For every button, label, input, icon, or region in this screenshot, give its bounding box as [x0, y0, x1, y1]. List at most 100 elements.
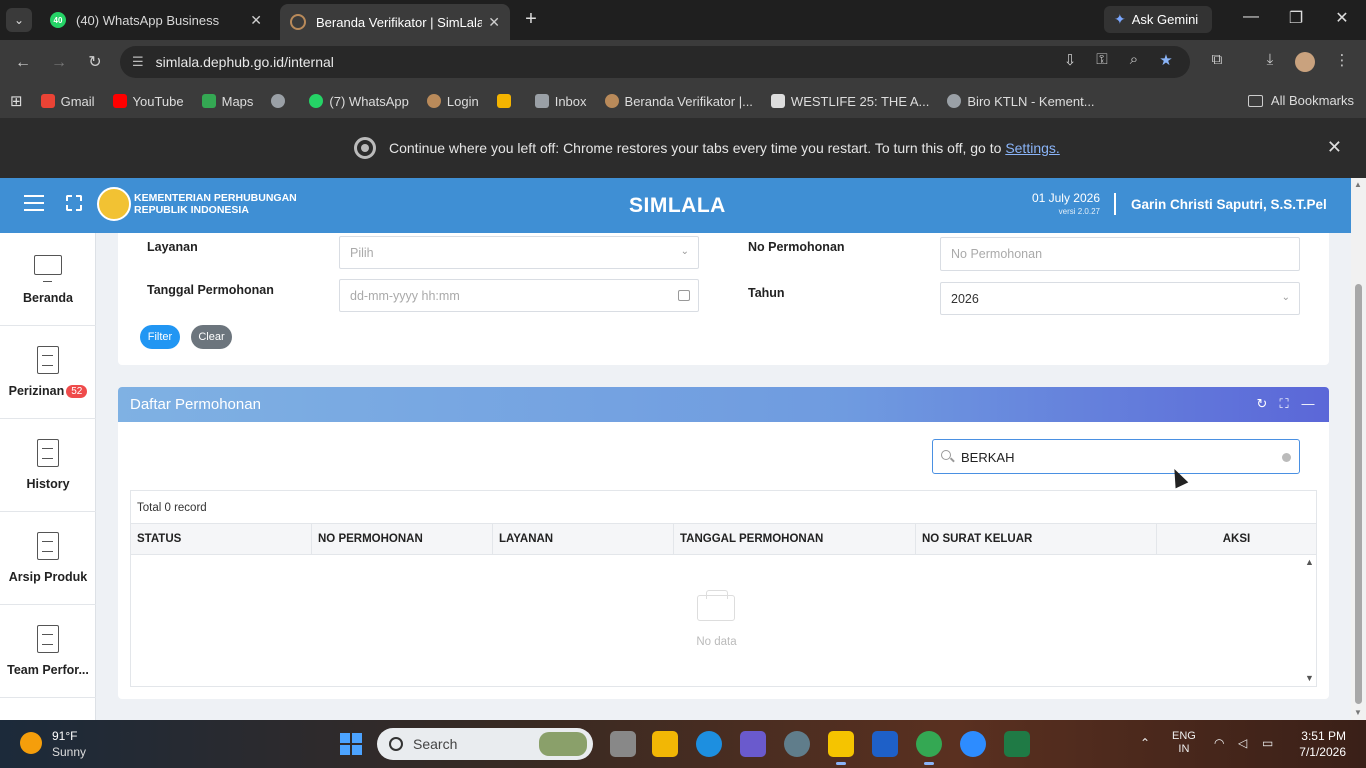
restore-window-icon[interactable]: ❐ [1281, 8, 1311, 28]
excel-icon[interactable] [1004, 731, 1030, 757]
weather-condition[interactable]: Sunny [52, 745, 86, 759]
settings-link[interactable]: Settings. [1005, 140, 1059, 156]
password-key-icon[interactable]: ⚿ [1091, 51, 1113, 68]
expand-icon[interactable]: ⛶ [1276, 396, 1292, 412]
tanggal-permohonan-input[interactable]: dd-mm-yyyy hh:mm [339, 279, 699, 312]
bookmark-globe[interactable] [271, 94, 291, 108]
scroll-down-icon[interactable]: ▼ [1354, 708, 1362, 717]
weather-temperature[interactable]: 91°F [52, 729, 77, 743]
layanan-select[interactable]: Pilih ⌄ [339, 236, 699, 269]
bookmark-beranda-verifikator[interactable]: Beranda Verifikator |... [604, 94, 753, 109]
bookmark-login[interactable]: Login [426, 94, 479, 109]
site-info-icon[interactable]: ☰ [132, 54, 144, 70]
close-tab-icon[interactable]: ✕ [250, 12, 262, 29]
zoom-icon[interactable]: ⌕ [1123, 51, 1145, 68]
app-header: KEMENTERIAN PERHUBUNGAN REPUBLIK INDONES… [0, 178, 1351, 233]
file-explorer-icon[interactable] [652, 731, 678, 757]
minimize-icon[interactable]: — [1236, 8, 1266, 26]
volume-icon[interactable]: ◁ [1238, 736, 1247, 750]
close-window-icon[interactable]: ✕ [1327, 8, 1357, 28]
bookmark-inbox[interactable]: Inbox [534, 94, 587, 109]
clear-search-icon[interactable] [1282, 453, 1291, 462]
sun-icon[interactable] [20, 732, 42, 754]
ask-gemini-button[interactable]: ✦ Ask Gemini [1104, 6, 1212, 33]
back-arrow-icon[interactable]: ← [12, 52, 34, 74]
new-tab-plus-icon[interactable]: + [520, 8, 542, 30]
all-bookmarks-button[interactable]: All Bookmarks [1247, 93, 1354, 108]
scroll-up-icon[interactable]: ▲ [1305, 557, 1314, 567]
zoom-app-icon[interactable] [960, 731, 986, 757]
battery-icon[interactable]: ▭ [1262, 736, 1273, 750]
sidebar-item-team-performance[interactable]: Team Perfor... [0, 605, 96, 698]
column-header-aksi[interactable]: AKSI [1157, 524, 1316, 555]
tahun-select[interactable]: 2026 ⌄ [940, 282, 1300, 315]
extensions-icon[interactable]: ⧉ [1206, 51, 1228, 68]
ministry-name: KEMENTERIAN PERHUBUNGAN REPUBLIK INDONES… [134, 192, 297, 216]
language-indicator[interactable]: ENG IN [1172, 730, 1196, 756]
show-hidden-icons-chevron-icon[interactable]: ⌃ [1140, 736, 1150, 750]
column-header-no-surat-keluar[interactable]: NO SURAT KELUAR [916, 524, 1157, 555]
sidebar-item-perizinan[interactable]: Perizinan 52 [0, 326, 96, 419]
record-count: Total 0 record [137, 502, 207, 514]
infobar-message: Continue where you left off: Chrome rest… [389, 140, 1060, 156]
tab-simlala[interactable]: Beranda Verifikator | SimLala ✕ [280, 4, 510, 40]
sidebar-item-beranda[interactable]: Beranda [0, 233, 96, 326]
refresh-icon[interactable]: ↻ [1254, 396, 1270, 412]
camera-icon[interactable] [784, 731, 810, 757]
login-favicon-icon [426, 94, 441, 108]
fullscreen-icon[interactable] [66, 195, 82, 211]
close-tab-icon[interactable]: ✕ [488, 14, 500, 31]
install-app-icon[interactable]: ⇩ [1059, 51, 1081, 69]
taskbar-search[interactable]: Search [377, 728, 593, 760]
bookmark-star-icon[interactable]: ★ [1155, 51, 1177, 69]
no-permohonan-input[interactable]: No Permohonan [940, 237, 1300, 271]
filter-panel: Layanan Pilih ⌄ Tanggal Permohonan dd-mm… [118, 233, 1329, 365]
wifi-icon[interactable]: ◠ [1214, 736, 1224, 750]
sidebar-item-arsip-produk[interactable]: Arsip Produk [0, 512, 96, 605]
app-icon[interactable] [740, 731, 766, 757]
list-search[interactable] [932, 439, 1300, 474]
column-header-status[interactable]: STATUS [131, 524, 312, 555]
empty-state-text: No data [696, 636, 737, 648]
tab-search-chevron-icon[interactable]: ⌄ [6, 8, 32, 32]
sidebar-item-history[interactable]: History [0, 419, 96, 512]
bookmark-maps[interactable]: Maps [201, 94, 253, 109]
reload-icon[interactable]: ↻ [84, 52, 106, 74]
scrollbar-thumb[interactable] [1355, 284, 1362, 704]
remote-desktop-icon[interactable] [872, 731, 898, 757]
column-header-tanggal-permohonan[interactable]: TANGGAL PERMOHONAN [674, 524, 916, 555]
bookmark-biro-ktln[interactable]: Biro KTLN - Kement... [947, 94, 1095, 109]
scroll-up-icon[interactable]: ▲ [1354, 180, 1362, 189]
bookmark-pinwheel[interactable] [496, 94, 517, 108]
sticky-notes-icon[interactable] [828, 731, 854, 765]
bookmark-gmail[interactable]: Gmail [40, 94, 95, 109]
scroll-down-icon[interactable]: ▼ [1305, 673, 1314, 683]
hamburger-menu-icon[interactable] [24, 195, 44, 211]
minimize-panel-icon[interactable]: — [1300, 396, 1316, 411]
edge-icon[interactable] [696, 731, 722, 757]
folder-icon [1247, 94, 1263, 107]
clear-button[interactable]: Clear [191, 325, 232, 349]
chrome-icon[interactable] [916, 731, 942, 765]
close-infobar-icon[interactable]: ✕ [1327, 137, 1342, 158]
column-header-no-permohonan[interactable]: NO PERMOHONAN [312, 524, 493, 555]
column-header-layanan[interactable]: LAYANAN [493, 524, 674, 555]
bookmark-westlife[interactable]: WESTLIFE 25: THE A... [770, 94, 929, 109]
windows-start-icon[interactable] [340, 733, 362, 755]
tab-whatsapp-business[interactable]: 40 (40) WhatsApp Business ✕ [40, 4, 272, 36]
forward-arrow-icon[interactable]: → [48, 52, 70, 74]
task-view-icon[interactable] [610, 731, 636, 757]
page-scrollbar[interactable]: ▲ ▼ [1351, 178, 1366, 720]
address-bar[interactable]: ☰ simlala.dephub.go.id/internal [120, 46, 1190, 78]
downloads-icon[interactable]: ⤓ [1259, 51, 1281, 68]
user-name[interactable]: Garin Christi Saputri, S.S.T.Pel [1131, 197, 1327, 212]
search-input[interactable] [961, 447, 1261, 467]
profile-avatar[interactable] [1295, 52, 1315, 72]
system-clock[interactable]: 3:51 PM 7/1/2026 [1299, 728, 1346, 760]
bookmark-youtube[interactable]: YouTube [112, 94, 184, 109]
apps-grid-icon[interactable]: ⊞ [10, 92, 23, 110]
menu-dots-icon[interactable]: ⋮ [1331, 51, 1353, 69]
filter-button[interactable]: Filter [140, 325, 180, 349]
bookmark-whatsapp[interactable]: (7) WhatsApp [309, 94, 409, 109]
table-scrollbar[interactable]: ▲ ▼ [1302, 555, 1316, 686]
